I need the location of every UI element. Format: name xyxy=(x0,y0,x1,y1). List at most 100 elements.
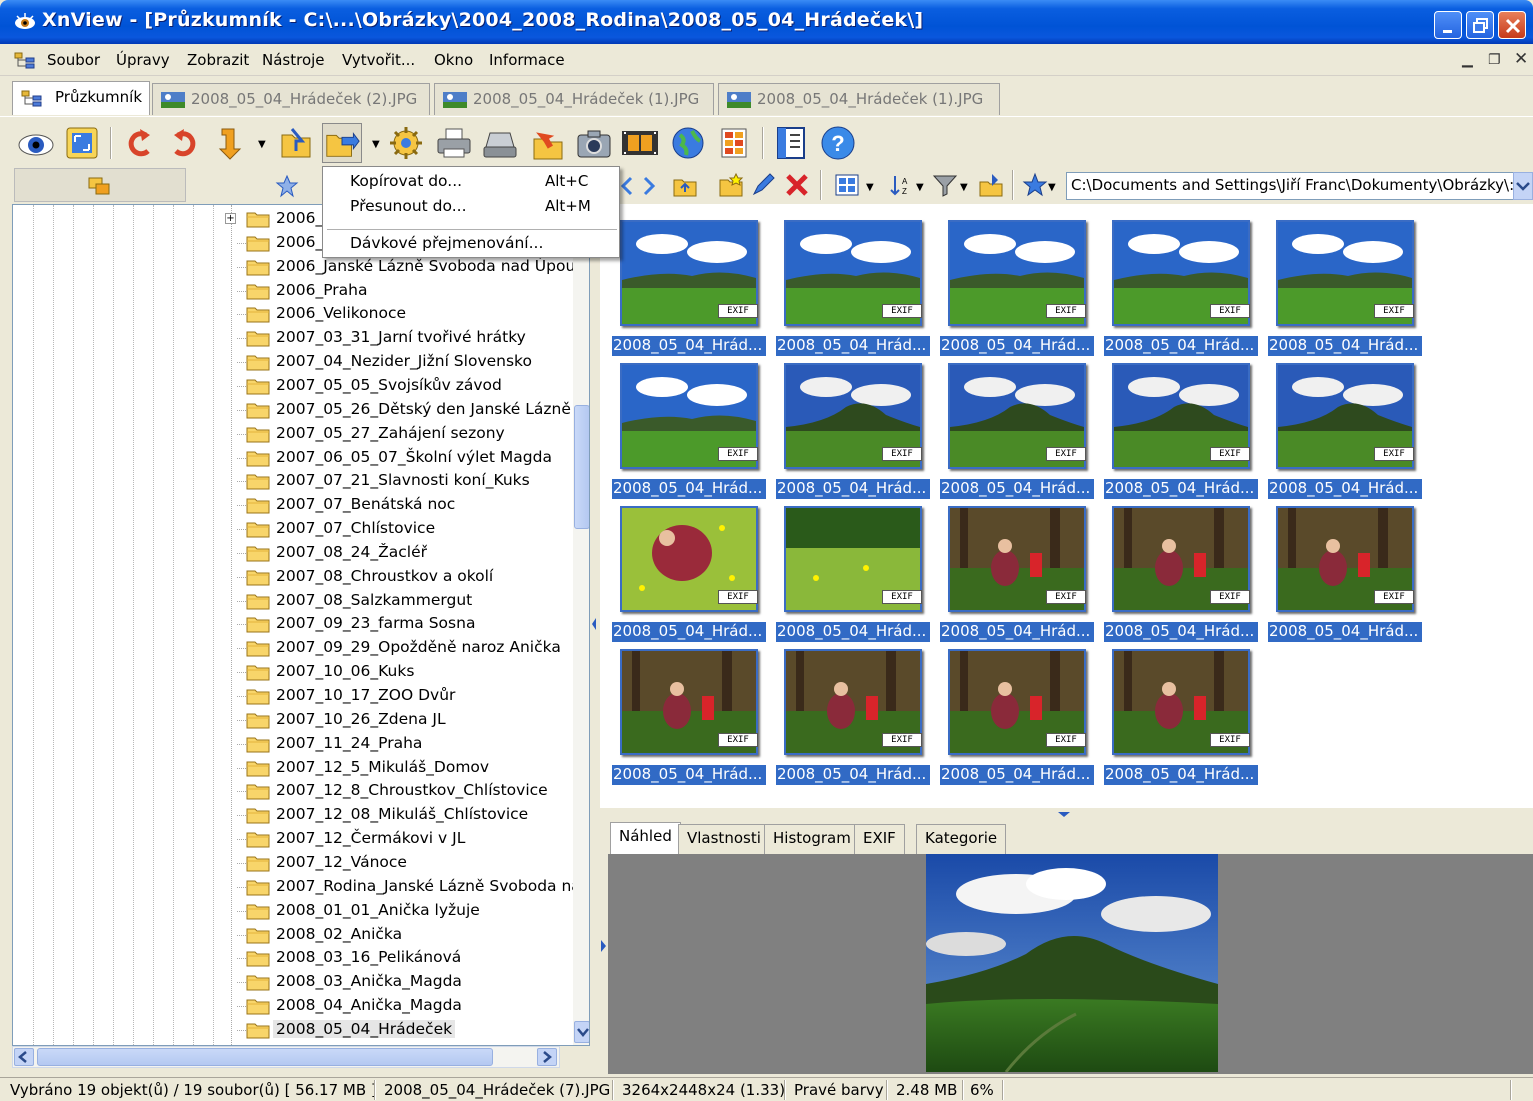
tab-vlastnosti[interactable]: Vlastnosti xyxy=(678,824,770,854)
filter-icon[interactable] xyxy=(932,172,958,198)
view-mode-icon[interactable] xyxy=(834,172,860,198)
tree-item[interactable]: 2007_09_29_Opožděně naroz Anička xyxy=(13,636,573,660)
expand-icon[interactable]: + xyxy=(225,213,236,224)
scrollbar-thumb[interactable] xyxy=(37,1048,493,1066)
mdi-minimize-icon[interactable]: ▁ xyxy=(1462,52,1473,68)
batch-button[interactable] xyxy=(386,123,426,163)
thumbnail-item[interactable]: EXIF 2008_05_04_Hrád... xyxy=(1104,641,1260,785)
tree-item[interactable]: 2007_12_5_Mikuláš_Domov xyxy=(13,756,573,780)
tree-item[interactable]: 2006_Praha xyxy=(13,279,573,303)
vertical-splitter[interactable] xyxy=(590,204,598,1072)
chevron-down-icon[interactable]: ▼ xyxy=(916,182,926,193)
thumbnail-item[interactable]: EXIF 2008_05_04_Hrád... xyxy=(1268,355,1424,499)
scan-button[interactable] xyxy=(480,123,520,163)
tree-item[interactable]: 2007_05_26_Dětský den Janské Lázně xyxy=(13,398,573,422)
menu-nastroje[interactable]: Nástroje xyxy=(262,51,325,69)
tree-item[interactable]: 2007_08_Salzkammergut xyxy=(13,589,573,613)
tree-item[interactable]: 2007_12_Čermákovi v JL xyxy=(13,827,573,851)
scroll-down-button[interactable] xyxy=(574,1021,589,1043)
menu-vytvorit[interactable]: Vytvořit... xyxy=(342,51,415,69)
flip-button[interactable] xyxy=(210,123,250,163)
thumbnail-item[interactable]: EXIF 2008_05_04_Hrád... xyxy=(612,212,768,356)
scroll-right-button[interactable] xyxy=(537,1048,557,1066)
tab-pruzkumnik[interactable]: Průzkumník xyxy=(12,81,150,115)
menu-upravy[interactable]: Úpravy xyxy=(116,51,170,69)
web-page-button[interactable] xyxy=(668,123,708,163)
tab-exif[interactable]: EXIF xyxy=(854,824,905,854)
delete-icon[interactable] xyxy=(784,172,810,198)
slideshow-button[interactable] xyxy=(620,123,660,163)
thumbnail-item[interactable]: EXIF 2008_05_04_Hrád... xyxy=(1104,212,1260,356)
menu-item-move-to[interactable]: Přesunout do... xyxy=(350,197,467,215)
tree-item[interactable]: 2008_01_01_Anička lyžuje xyxy=(13,899,573,923)
sort-icon[interactable]: AZ xyxy=(888,172,914,198)
thumbnail-item[interactable]: EXIF 2008_05_04_Hrád... xyxy=(776,641,932,785)
scrollbar-thumb[interactable] xyxy=(574,405,589,529)
menu-zobrazit[interactable]: Zobrazit xyxy=(187,51,249,69)
rotate-left-button[interactable] xyxy=(120,123,160,163)
thumbnail-item[interactable]: EXIF 2008_05_04_Hrád... xyxy=(940,498,1096,642)
tree-item[interactable]: 2007_05_27_Zahájení sezony xyxy=(13,422,573,446)
capture-button[interactable] xyxy=(574,123,614,163)
path-dropdown-button[interactable] xyxy=(1513,172,1533,200)
tab-nahled[interactable]: Náhled xyxy=(610,822,681,854)
menu-informace[interactable]: Informace xyxy=(489,51,565,69)
forward-icon[interactable] xyxy=(640,175,658,197)
tree-item[interactable]: 2007_08_Chroustkov a okolí xyxy=(13,565,573,589)
tree-item[interactable]: 2008_02_Anička xyxy=(13,923,573,947)
folder-tree[interactable]: +2006_ 2006_ 2006_Janské Lázně Svoboda nad… xyxy=(12,204,590,1046)
title-bar[interactable]: XnView - [Průzkumník - C:\...\Obrázky\20… xyxy=(0,0,1533,44)
restore-button[interactable] xyxy=(1466,11,1494,39)
preview-splitter[interactable] xyxy=(598,820,608,1072)
tab-image-3[interactable]: 2008_05_04_Hrádeček (1).JPG xyxy=(718,83,1000,115)
thumbnail-item[interactable]: EXIF 2008_05_04_Hrád... xyxy=(1104,498,1260,642)
properties-button[interactable] xyxy=(772,123,812,163)
tree-item[interactable]: 2007_10_17_ZOO Dvůr xyxy=(13,684,573,708)
tree-item[interactable]: 2007_08_24_Žacléř xyxy=(13,541,573,565)
help-button[interactable]: ? xyxy=(818,123,858,163)
thumbnail-item[interactable]: EXIF 2008_05_04_Hrád... xyxy=(940,355,1096,499)
tree-item[interactable]: 2006_Velikonoce xyxy=(13,302,573,326)
tab-image-2[interactable]: 2008_05_04_Hrádeček (1).JPG xyxy=(434,83,714,115)
thumbnail-item[interactable]: EXIF 2008_05_04_Hrád... xyxy=(1268,212,1424,356)
chevron-down-icon[interactable]: ▼ xyxy=(960,182,970,193)
thumbnail-item[interactable]: EXIF 2008_05_04_Hrád... xyxy=(776,498,932,642)
fullscreen-button[interactable] xyxy=(62,123,102,163)
tree-item[interactable]: 2007_Rodina_Janské Lázně Svoboda na xyxy=(13,875,581,899)
export-button[interactable] xyxy=(528,123,568,163)
view-button[interactable] xyxy=(16,123,56,163)
refresh-folder-icon[interactable] xyxy=(978,172,1004,198)
thumbnail-item[interactable]: EXIF 2008_05_04_Hrád... xyxy=(612,355,768,499)
tab-histogram[interactable]: Histogram xyxy=(764,824,860,854)
back-icon[interactable] xyxy=(618,175,636,197)
tree-vertical-scrollbar[interactable] xyxy=(573,205,589,1045)
tree-item[interactable]: 2008_04_Anička_Magda xyxy=(13,994,573,1018)
thumbnail-item[interactable]: EXIF 2008_05_04_Hrád... xyxy=(612,641,768,785)
thumbnail-item[interactable]: EXIF 2008_05_04_Hrád... xyxy=(1268,498,1424,642)
menu-item-batch-rename[interactable]: Dávkové přejmenování... xyxy=(350,234,543,252)
tree-item[interactable]: 2007_12_08_Mikuláš_Chlístovice xyxy=(13,803,573,827)
rotate-right-button[interactable] xyxy=(164,123,204,163)
mdi-restore-icon[interactable]: ❐ xyxy=(1488,52,1501,68)
chevron-down-icon[interactable]: ▼ xyxy=(372,139,382,150)
tree-item[interactable]: 2007_10_06_Kuks xyxy=(13,660,573,684)
menu-okno[interactable]: Okno xyxy=(434,51,473,69)
parent-folder-icon[interactable] xyxy=(672,172,698,198)
chevron-down-icon[interactable]: ▼ xyxy=(1048,182,1058,193)
chevron-down-icon[interactable]: ▼ xyxy=(258,139,268,150)
tree-item[interactable]: 2008_03_Anička_Magda xyxy=(13,970,573,994)
tree-item[interactable]: 2008_03_16_Pelikánová xyxy=(13,946,573,970)
tree-item[interactable]: 2007_06_05_07_Školní výlet Magda xyxy=(13,446,573,470)
tree-item[interactable]: 2007_07_21_Slavnosti koní_Kuks xyxy=(13,469,573,493)
menu-item-copy-to[interactable]: Kopírovat do... xyxy=(350,172,462,190)
tree-item[interactable]: 2008_05_04_Hrádeček xyxy=(13,1018,573,1042)
tree-item[interactable]: 2007_05_05_Svojsíkův závod xyxy=(13,374,573,398)
tree-item[interactable]: 2007_07_Chlístovice xyxy=(13,517,573,541)
chevron-down-icon[interactable]: ▼ xyxy=(866,182,876,193)
copy-move-button[interactable] xyxy=(322,123,362,163)
tree-item[interactable]: 2007_04_Nezider_Jižní Slovensko xyxy=(13,350,573,374)
rename-pen-icon[interactable] xyxy=(750,172,776,198)
tree-item[interactable]: 2007_03_31_Jarní tvořivé hrátky xyxy=(13,326,573,350)
tab-folders[interactable] xyxy=(14,168,186,202)
star-icon[interactable] xyxy=(1022,172,1048,198)
